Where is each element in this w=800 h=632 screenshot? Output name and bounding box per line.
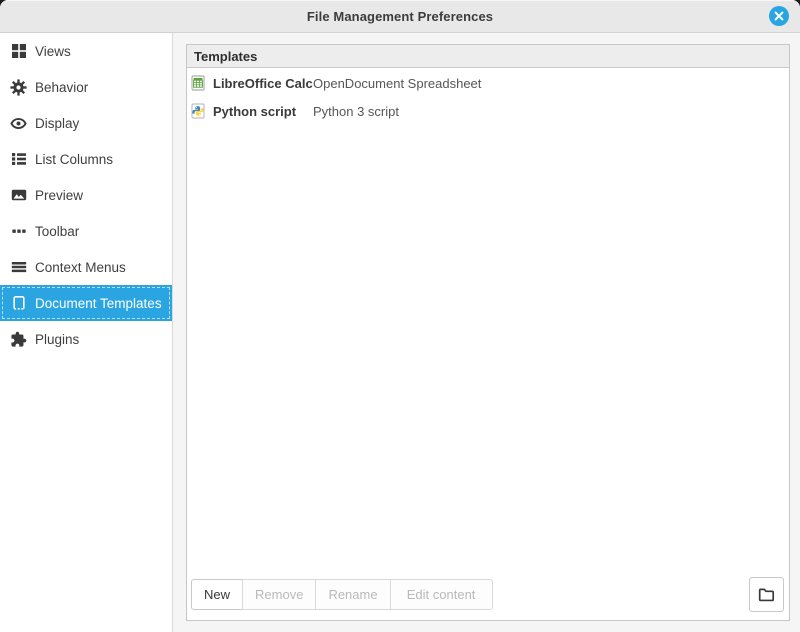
sidebar-item-label: Behavior <box>35 80 88 95</box>
remove-button[interactable]: Remove <box>242 579 316 610</box>
preferences-window: File Management Preferences Views <box>0 0 800 632</box>
sidebar-item-label: List Columns <box>35 152 113 167</box>
template-actions-group: New Remove Rename Edit content <box>191 579 493 610</box>
main-panel: Templates <box>173 33 800 632</box>
template-description: OpenDocument Spreadsheet <box>313 76 481 91</box>
eye-icon <box>10 115 27 132</box>
sidebar-item-context-menus[interactable]: Context Menus <box>0 249 172 285</box>
python-icon <box>190 103 206 119</box>
sidebar-item-behavior[interactable]: Behavior <box>0 69 172 105</box>
sidebar-item-views[interactable]: Views <box>0 33 172 69</box>
sidebar-item-label: Plugins <box>35 332 79 347</box>
gear-icon <box>10 79 27 96</box>
image-icon <box>10 187 27 204</box>
sidebar-item-label: Toolbar <box>35 224 79 239</box>
sidebar-item-toolbar[interactable]: Toolbar <box>0 213 172 249</box>
templates-toolbar: New Remove Rename Edit content <box>187 573 789 620</box>
window-title: File Management Preferences <box>307 9 493 24</box>
sidebar-item-preview[interactable]: Preview <box>0 177 172 213</box>
templates-frame: Templates <box>186 44 790 621</box>
grid-icon <box>10 43 27 60</box>
template-name: LibreOffice Calc <box>213 76 313 91</box>
sidebar: Views <box>0 33 173 632</box>
templates-header-label: Templates <box>194 49 257 64</box>
edit-content-button[interactable]: Edit content <box>390 579 493 610</box>
menu-icon <box>10 259 27 276</box>
template-row-python-script[interactable]: Python script Python 3 script <box>187 97 789 125</box>
sidebar-item-label: Preview <box>35 188 83 203</box>
sidebar-item-plugins[interactable]: Plugins <box>0 321 172 357</box>
sidebar-item-label: Document Templates <box>35 296 162 311</box>
templates-list: LibreOffice Calc OpenDocument Spreadshee… <box>187 68 789 573</box>
puzzle-icon <box>10 331 27 348</box>
template-icon <box>10 295 27 312</box>
dots-icon <box>10 223 27 240</box>
sidebar-item-label: Context Menus <box>35 260 126 275</box>
folder-icon <box>758 586 775 603</box>
open-templates-folder-button[interactable] <box>749 577 784 612</box>
close-button[interactable] <box>768 5 790 27</box>
new-button[interactable]: New <box>191 579 243 610</box>
template-name: Python script <box>213 104 313 119</box>
templates-column-header[interactable]: Templates <box>187 45 789 68</box>
template-description: Python 3 script <box>313 104 399 119</box>
sidebar-item-display[interactable]: Display <box>0 105 172 141</box>
close-icon <box>768 5 790 27</box>
titlebar[interactable]: File Management Preferences <box>0 0 800 33</box>
template-row-libreoffice-calc[interactable]: LibreOffice Calc OpenDocument Spreadshee… <box>187 69 789 97</box>
spreadsheet-icon <box>190 75 206 91</box>
rename-button[interactable]: Rename <box>315 579 390 610</box>
sidebar-item-label: Display <box>35 116 79 131</box>
window-body: Views <box>0 33 800 632</box>
sidebar-item-document-templates[interactable]: Document Templates <box>0 285 172 321</box>
sidebar-item-list-columns[interactable]: List Columns <box>0 141 172 177</box>
sidebar-item-label: Views <box>35 44 71 59</box>
list-columns-icon <box>10 151 27 168</box>
